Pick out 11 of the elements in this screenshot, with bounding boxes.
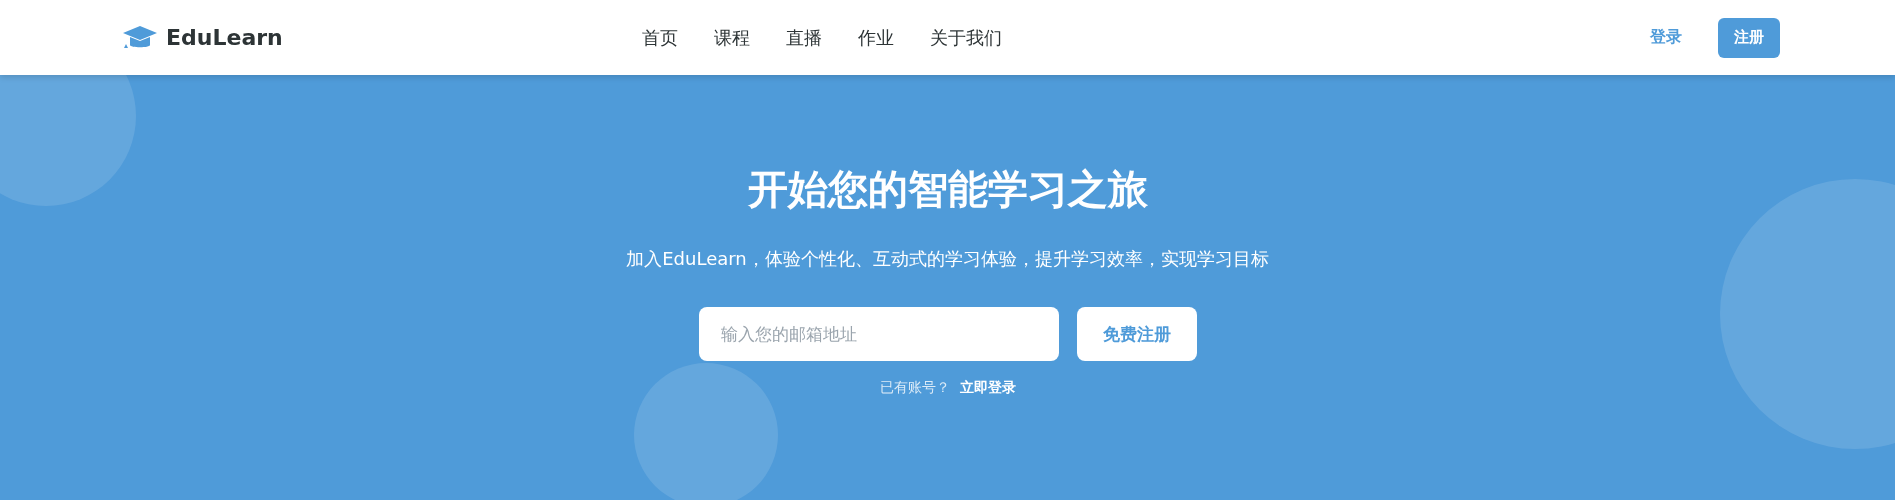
- nav-link[interactable]: 课程: [714, 25, 750, 50]
- nav-link[interactable]: 直播: [786, 25, 822, 50]
- nav-link[interactable]: 作业: [858, 25, 894, 50]
- graduation-cap-icon: [122, 24, 158, 51]
- nav-link[interactable]: 首页: [642, 25, 678, 50]
- account-prompt: 已有账号？: [879, 379, 950, 397]
- logo-text[interactable]: EduLearn: [166, 25, 283, 50]
- hero-subtitle: 加入EduLearn，体验个性化、互动式的学习体验，提升学习效率，实现学习目标: [626, 247, 1269, 271]
- email-field[interactable]: 输入您的邮箱地址: [698, 307, 1059, 361]
- nav-link[interactable]: 关于我们: [930, 25, 1002, 50]
- hero-title: 开始您的智能学习之旅: [747, 165, 1148, 214]
